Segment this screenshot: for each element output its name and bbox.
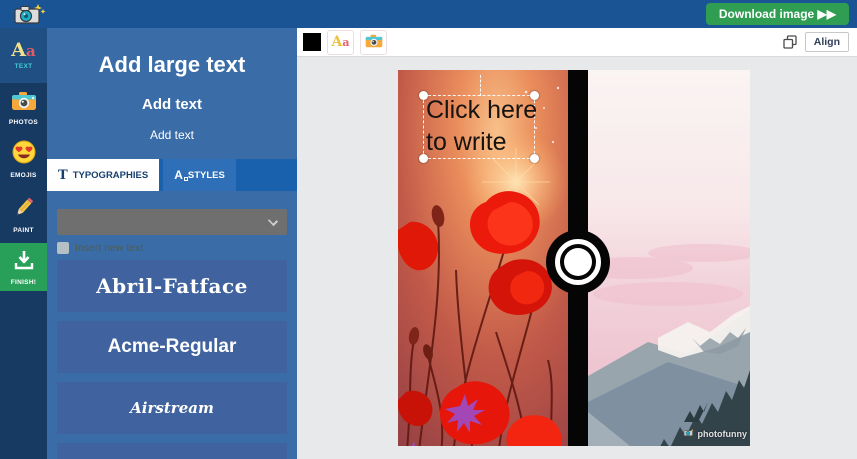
camera-icon xyxy=(11,91,37,116)
font-list: Abril-Fatface Acme-Regular Airstream xyxy=(57,260,287,459)
main-layout: Aa TEXT PHOTOS EMOJIS PAINT FINISH! Add … xyxy=(0,28,857,459)
sidebar-item-finish[interactable]: FINISH! xyxy=(0,243,47,291)
slider-handle-ring xyxy=(555,239,601,285)
add-text-medium-button[interactable]: Add text xyxy=(47,96,297,113)
canvas-area: Aa Align Click here to write photofunny xyxy=(297,28,857,459)
header-bar: Download image ▶▶ xyxy=(0,0,857,28)
font-item-airstream[interactable]: Airstream xyxy=(57,382,287,434)
text-tools-panel: Add large text Add text Add text T TYPOG… xyxy=(47,28,297,459)
add-text-small-button[interactable]: Add text xyxy=(47,128,297,142)
sidebar-item-label: PHOTOS xyxy=(8,118,39,126)
tab-label: TYPOGRAPHIES xyxy=(72,169,149,181)
watermark-text: photofunny xyxy=(697,428,747,439)
watermark-camera-icon xyxy=(683,428,695,439)
tool-sidebar: Aa TEXT PHOTOS EMOJIS PAINT FINISH! xyxy=(0,28,47,459)
canvas-toolbar: Aa Align xyxy=(297,28,857,57)
sidebar-item-label: FINISH! xyxy=(10,278,37,286)
text-tool-button[interactable]: Aa xyxy=(327,29,354,55)
sidebar-item-label: TEXT xyxy=(14,63,33,70)
insert-new-text-checkbox[interactable] xyxy=(57,242,69,254)
before-after-slider-handle[interactable] xyxy=(546,230,610,294)
styled-a-icon: A xyxy=(174,168,188,182)
sidebar-item-label: PAINT xyxy=(13,226,34,234)
slider-handle-dot xyxy=(564,248,592,276)
canvas-stage[interactable]: Click here to write photofunny xyxy=(297,57,857,459)
download-image-button[interactable]: Download image ▶▶ xyxy=(705,3,849,25)
text-aa-icon: Aa xyxy=(331,33,350,50)
tab-typographies[interactable]: T TYPOGRAPHIES xyxy=(47,159,160,191)
editable-text[interactable]: Click here to write xyxy=(426,94,537,158)
serif-t-icon: T xyxy=(58,167,68,183)
photo-editor-app: Download image ▶▶ Aa TEXT PHOTOS EMOJIS … xyxy=(0,0,857,459)
font-item-acme-regular[interactable]: Acme-Regular xyxy=(57,321,287,373)
tab-styles[interactable]: A STYLES xyxy=(163,159,236,191)
sidebar-item-photos[interactable]: PHOTOS xyxy=(0,83,47,133)
watermark: photofunny xyxy=(683,428,747,439)
camera-icon xyxy=(365,34,383,51)
photo-tool-button[interactable] xyxy=(360,29,387,55)
artwork-image[interactable]: Click here to write photofunny xyxy=(398,70,750,446)
duplicate-layers-icon[interactable] xyxy=(783,35,797,49)
panel-title: Add large text xyxy=(98,52,246,77)
color-swatch-black[interactable] xyxy=(303,33,321,51)
align-button[interactable]: Align xyxy=(804,32,849,52)
panel-tabbar: T TYPOGRAPHIES A STYLES xyxy=(47,159,297,191)
text-aa-icon: Aa xyxy=(11,39,36,61)
font-dropdown[interactable] xyxy=(57,209,287,235)
app-logo-camera-icon[interactable] xyxy=(12,2,46,26)
artwork-right-mountain xyxy=(588,70,750,446)
rotation-handle-line[interactable] xyxy=(480,75,481,96)
text-layer-selection[interactable]: Click here to write xyxy=(419,75,539,163)
insert-new-text-row: Insert new text xyxy=(57,242,287,254)
download-tray-icon xyxy=(13,249,35,276)
font-item-abril-fatface[interactable]: Abril-Fatface xyxy=(57,260,287,312)
sidebar-item-paint[interactable]: PAINT xyxy=(0,185,47,243)
chevron-down-icon xyxy=(267,215,279,227)
pencil-icon xyxy=(12,195,36,224)
sidebar-item-label: EMOJIS xyxy=(10,171,37,179)
tab-label: STYLES xyxy=(187,169,225,181)
heart-eyes-icon xyxy=(12,140,36,169)
insert-new-text-label: Insert new text xyxy=(75,242,144,254)
sidebar-item-text[interactable]: Aa TEXT xyxy=(0,28,47,83)
sidebar-item-emojis[interactable]: EMOJIS xyxy=(0,133,47,185)
font-item-partial[interactable] xyxy=(57,443,287,459)
